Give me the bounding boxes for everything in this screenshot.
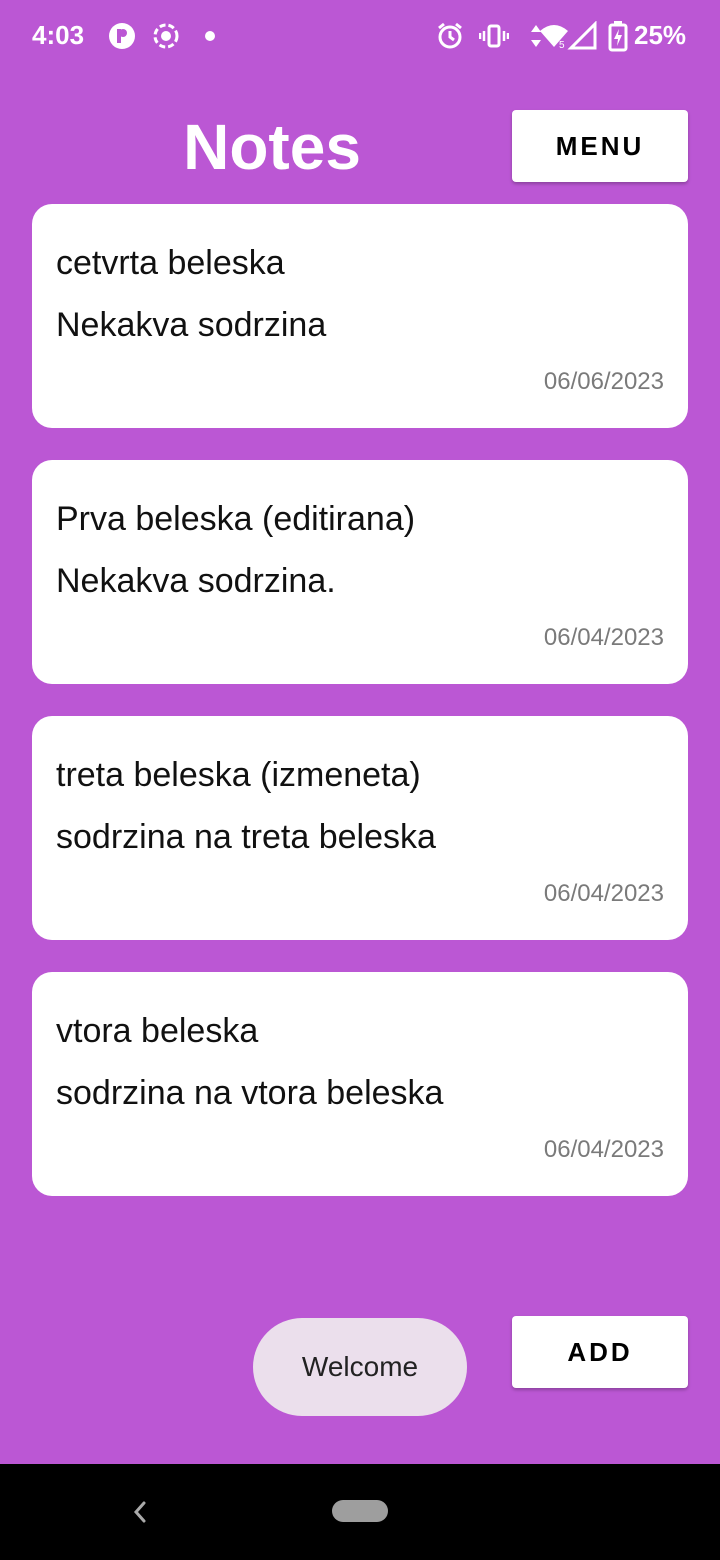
status-time: 4:03	[32, 20, 85, 50]
battery-charging-icon	[602, 18, 634, 54]
note-date: 06/04/2023	[543, 880, 664, 907]
note-content: Nekakva sodrzina	[56, 306, 327, 344]
note-card[interactable]: vtora beleska sodrzina na vtora beleska …	[32, 972, 688, 1196]
home-handle[interactable]	[332, 1500, 388, 1522]
note-content: Nekakva sodrzina.	[56, 562, 336, 600]
note-date: 06/06/2023	[543, 368, 664, 395]
note-title: vtora beleska	[56, 1012, 259, 1050]
screen-record-icon	[150, 18, 182, 54]
add-note-button[interactable]: ADD	[512, 1316, 688, 1388]
alarm-icon	[434, 18, 466, 54]
note-title: treta beleska (izmeneta)	[56, 756, 421, 794]
vibrate-icon	[478, 18, 510, 54]
menu-button[interactable]: MENU	[512, 110, 688, 182]
welcome-toast: Welcome	[253, 1318, 467, 1416]
note-date: 06/04/2023	[543, 1136, 664, 1163]
note-card[interactable]: cetvrta beleska Nekakva sodrzina 06/06/2…	[32, 204, 688, 428]
svg-text:5: 5	[559, 40, 565, 51]
note-title: cetvrta beleska	[56, 244, 285, 282]
status-bar: 4:03 5 25%	[0, 0, 720, 72]
note-content: sodrzina na vtora beleska	[56, 1074, 444, 1112]
page-title: Notes	[183, 111, 361, 183]
app-p-icon	[106, 18, 138, 54]
note-title: Prva beleska (editirana)	[56, 500, 416, 538]
dot-icon	[194, 18, 226, 54]
note-content: sodrzina na treta beleska	[56, 818, 436, 856]
battery-percent: 25%	[634, 20, 687, 50]
note-card[interactable]: Prva beleska (editirana) Nekakva sodrzin…	[32, 460, 688, 684]
navigation-bar	[0, 1464, 720, 1560]
signal-icon	[566, 18, 598, 54]
note-card[interactable]: treta beleska (izmeneta) sodrzina na tre…	[32, 716, 688, 940]
back-icon[interactable]	[124, 1494, 156, 1530]
note-date: 06/04/2023	[543, 624, 664, 651]
